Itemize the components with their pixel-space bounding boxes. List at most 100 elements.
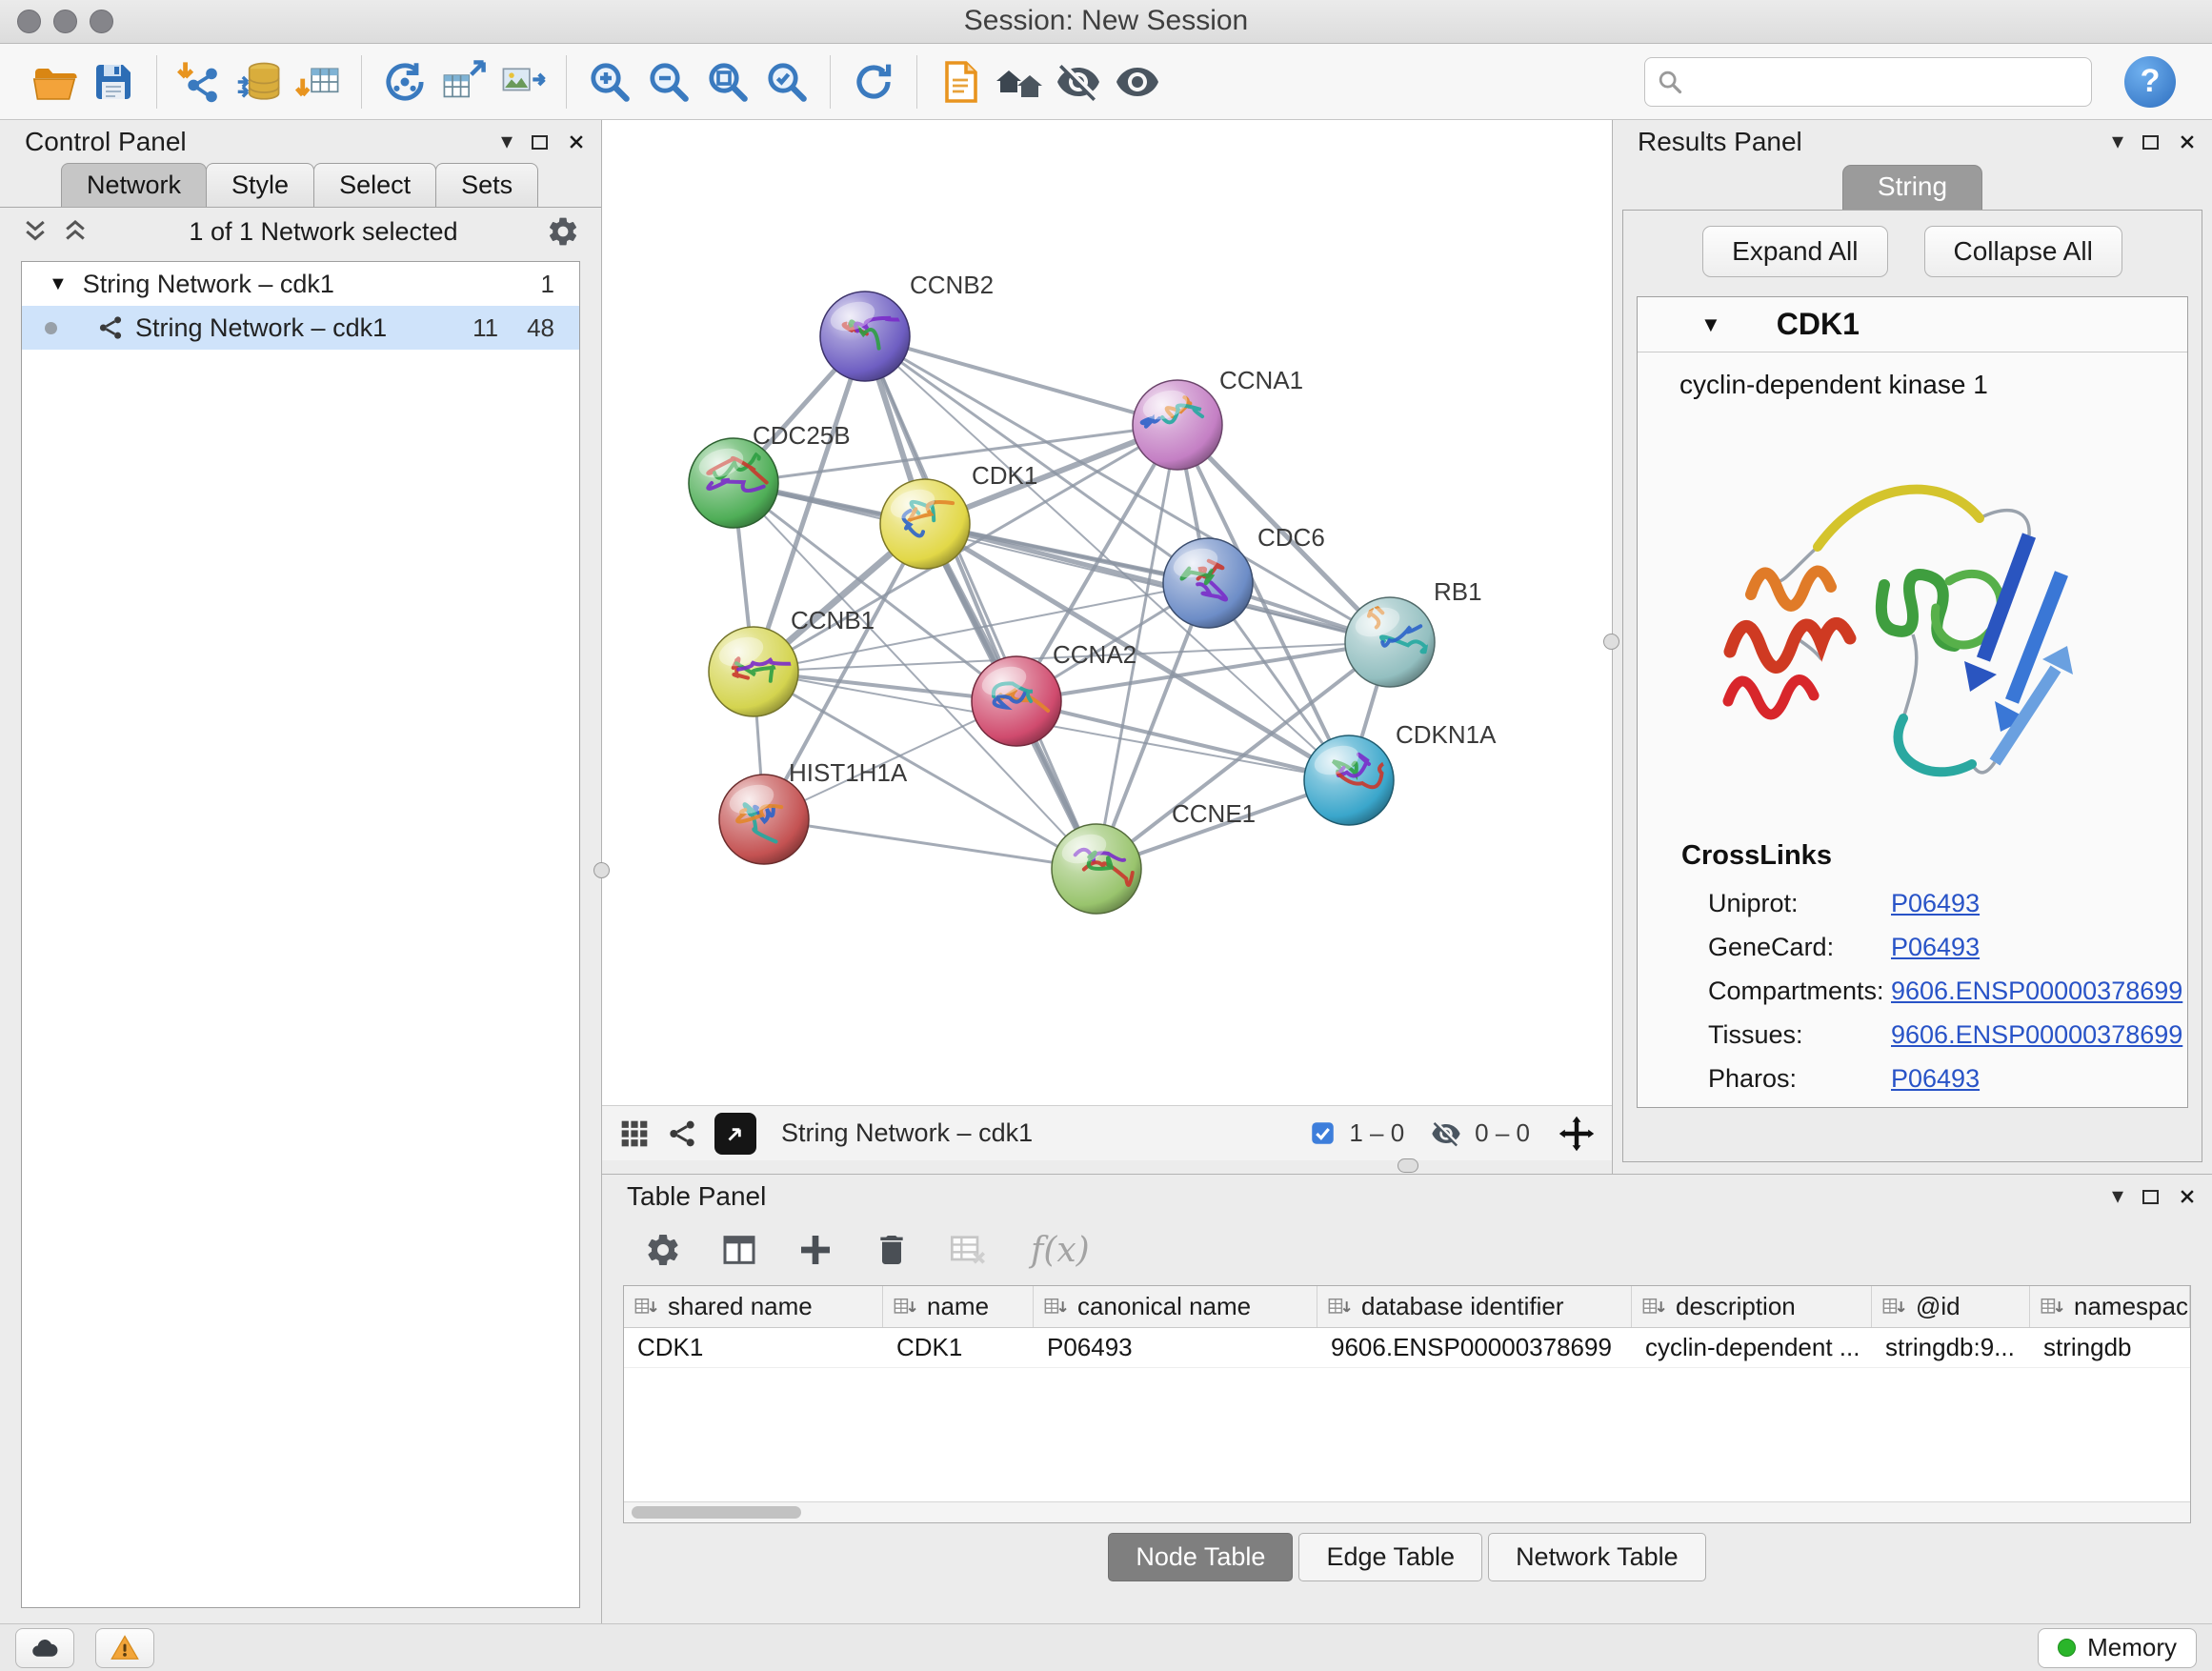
refresh-button[interactable] — [844, 50, 903, 113]
column-header-namespace[interactable]: namespac — [2030, 1286, 2190, 1327]
column-header-shared-name[interactable]: shared name — [624, 1286, 883, 1327]
new-network-from-selection-button[interactable] — [375, 50, 434, 113]
zoom-in-button[interactable] — [580, 50, 639, 113]
left-splitter-handle[interactable] — [593, 862, 610, 878]
network-collection-label: String Network – cdk1 — [83, 270, 334, 299]
panel-float-icon[interactable] — [2142, 135, 2159, 150]
expand-all-icon[interactable] — [61, 217, 90, 246]
crosslink-tissues-link[interactable]: 9606.ENSP00000378699 — [1891, 1020, 2182, 1050]
open-session-button[interactable] — [25, 50, 84, 113]
collapse-all-button[interactable]: Collapse All — [1924, 226, 2122, 277]
crosslink-pharos-link[interactable]: P06493 — [1891, 1064, 1980, 1094]
network-node-cdk1[interactable] — [880, 479, 970, 569]
expand-all-button[interactable]: Expand All — [1702, 226, 1887, 277]
show-columns-icon[interactable] — [720, 1231, 758, 1269]
crosslink-uniprot-link[interactable]: P06493 — [1891, 889, 1980, 918]
network-node-cdkn1a[interactable] — [1304, 735, 1394, 825]
warnings-button[interactable] — [95, 1628, 154, 1668]
first-neighbors-button[interactable] — [990, 50, 1049, 113]
memory-button[interactable]: Memory — [2038, 1628, 2197, 1668]
delete-column-trash-icon[interactable] — [873, 1231, 911, 1269]
cell-shared-name[interactable]: CDK1 — [624, 1328, 883, 1367]
move-crosshair-icon[interactable] — [1558, 1116, 1595, 1152]
horizontal-scrollbar[interactable] — [624, 1501, 2190, 1522]
show-all-button[interactable] — [1108, 50, 1167, 113]
tab-network-table[interactable]: Network Table — [1488, 1533, 1706, 1581]
network-node-cdc25b[interactable] — [689, 438, 778, 528]
network-node-hist1h1a[interactable] — [719, 775, 809, 864]
export-network-button[interactable] — [434, 50, 493, 113]
zoom-window-button[interactable] — [90, 10, 113, 33]
column-header-database-identifier[interactable]: database identifier — [1317, 1286, 1632, 1327]
tab-string[interactable]: String — [1842, 165, 1982, 210]
birds-eye-view-icon[interactable] — [619, 1118, 650, 1149]
help-button[interactable]: ? — [2124, 56, 2176, 108]
cell-database-identifier[interactable]: 9606.ENSP00000378699 — [1317, 1328, 1632, 1367]
import-network-file-button[interactable] — [171, 50, 230, 113]
import-network-database-button[interactable] — [230, 50, 289, 113]
right-splitter-handle[interactable] — [1603, 634, 1619, 650]
import-table-button[interactable] — [289, 50, 348, 113]
column-header-id[interactable]: @id — [1872, 1286, 2030, 1327]
search-input[interactable] — [1693, 61, 2080, 103]
crosslink-compartments-link[interactable]: 9606.ENSP00000378699 — [1891, 976, 2182, 1006]
import-database-icon — [236, 59, 282, 105]
zoom-out-button[interactable] — [639, 50, 698, 113]
zoom-selected-button[interactable] — [757, 50, 816, 113]
detach-view-button[interactable] — [714, 1113, 756, 1155]
column-header-name[interactable]: name — [883, 1286, 1034, 1327]
disclosure-triangle-icon[interactable]: ▼ — [49, 273, 68, 295]
table-settings-gear-icon[interactable] — [644, 1231, 682, 1269]
panel-menu-icon[interactable]: ▾ — [2112, 1185, 2123, 1208]
tab-node-table[interactable]: Node Table — [1108, 1533, 1293, 1581]
scrollbar-thumb[interactable] — [632, 1506, 801, 1519]
table-row[interactable]: CDK1 CDK1 P06493 9606.ENSP00000378699 cy… — [624, 1328, 2190, 1368]
minimize-window-button[interactable] — [53, 10, 77, 33]
network-canvas[interactable]: CCNB2CCNA1CDC25BCDK1CDC6RB1CCNB1CCNA2CDK… — [602, 120, 1612, 1105]
annotation-button[interactable] — [931, 50, 990, 113]
cloud-status-button[interactable] — [15, 1628, 74, 1668]
zoom-fit-button[interactable] — [698, 50, 757, 113]
panel-menu-icon[interactable]: ▾ — [501, 131, 513, 153]
collapse-all-icon[interactable] — [21, 217, 50, 246]
column-header-description[interactable]: description — [1632, 1286, 1872, 1327]
panel-menu-icon[interactable]: ▾ — [2112, 131, 2123, 153]
panel-close-icon[interactable] — [567, 132, 586, 151]
column-header-canonical-name[interactable]: canonical name — [1034, 1286, 1317, 1327]
crosslink-genecard-link[interactable]: P06493 — [1891, 933, 1980, 962]
network-node-ccna2[interactable] — [972, 656, 1061, 746]
save-session-button[interactable] — [84, 50, 143, 113]
splitter-handle[interactable] — [1398, 1158, 1418, 1173]
cell-id[interactable]: stringdb:9... — [1872, 1328, 2030, 1367]
hide-selected-button[interactable] — [1049, 50, 1108, 113]
network-overview-share-icon[interactable] — [667, 1118, 697, 1149]
network-node-cdc6[interactable] — [1163, 538, 1253, 628]
section-disclosure-triangle-icon[interactable]: ▼ — [1700, 312, 1721, 337]
horizontal-splitter[interactable] — [602, 1160, 1612, 1174]
network-node-ccnb1[interactable] — [709, 627, 798, 716]
tab-select[interactable]: Select — [313, 163, 436, 207]
tab-style[interactable]: Style — [206, 163, 314, 207]
panel-float-icon[interactable] — [2142, 1190, 2159, 1204]
network-node-ccne1[interactable] — [1052, 824, 1141, 914]
close-window-button[interactable] — [17, 10, 41, 33]
network-collection-row[interactable]: ▼ String Network – cdk1 1 — [22, 262, 579, 306]
cell-description[interactable]: cyclin-dependent ... — [1632, 1328, 1872, 1367]
tab-sets[interactable]: Sets — [435, 163, 538, 207]
network-node-ccna1[interactable] — [1133, 380, 1222, 470]
tab-network[interactable]: Network — [61, 163, 207, 207]
network-node-rb1[interactable] — [1345, 597, 1435, 687]
panel-close-icon[interactable] — [2178, 1187, 2197, 1206]
node-label-cdk1: CDK1 — [972, 461, 1037, 490]
cell-namespace[interactable]: stringdb — [2030, 1328, 2190, 1367]
panel-float-icon[interactable] — [532, 135, 548, 150]
network-options-gear-icon[interactable] — [546, 214, 580, 249]
export-image-button[interactable] — [493, 50, 553, 113]
create-column-plus-icon[interactable] — [796, 1231, 835, 1269]
panel-close-icon[interactable] — [2178, 132, 2197, 151]
protein-section-header[interactable]: ▼ CDK1 — [1638, 297, 2187, 352]
cell-name[interactable]: CDK1 — [883, 1328, 1034, 1367]
tab-edge-table[interactable]: Edge Table — [1298, 1533, 1482, 1581]
network-row-selected[interactable]: String Network – cdk1 11 48 — [22, 306, 579, 350]
cell-canonical-name[interactable]: P06493 — [1034, 1328, 1317, 1367]
